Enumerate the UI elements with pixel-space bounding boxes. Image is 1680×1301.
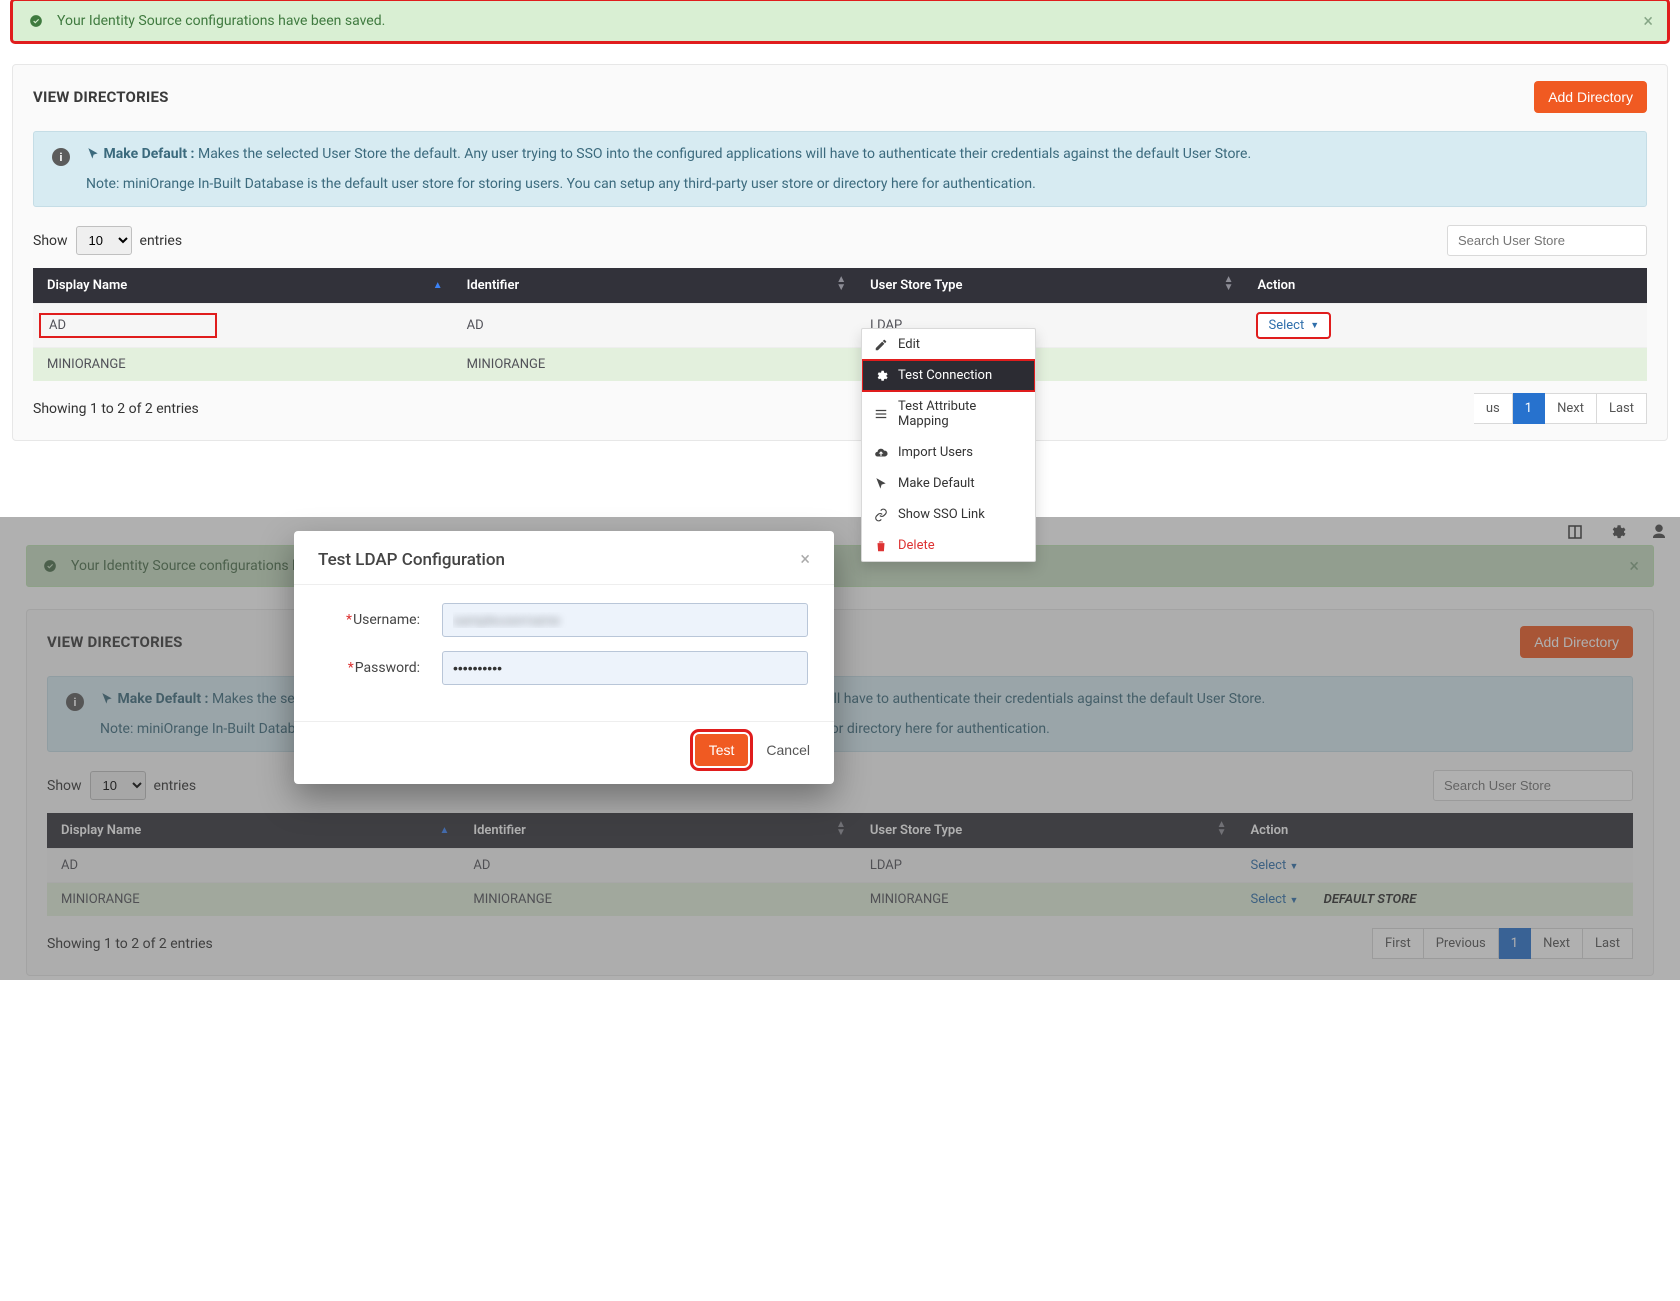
col-action: Action [1243, 268, 1647, 304]
action-menu: Edit Test Connection Test Attribute Mapp… [861, 328, 1036, 562]
show-pre: Show [33, 233, 68, 249]
menu-show-sso[interactable]: Show SSO Link [862, 499, 1035, 530]
trash-icon [874, 538, 888, 553]
modal-title: Test LDAP Configuration [318, 550, 505, 570]
col-display-name[interactable]: Display Name▲ [33, 268, 453, 304]
menu-make-default[interactable]: Make Default [862, 468, 1035, 499]
table-showing: Showing 1 to 2 of 2 entries [33, 401, 199, 417]
page-prev-fragment[interactable]: us [1474, 393, 1513, 424]
alert-text: Your Identity Source configurations have… [57, 13, 385, 29]
info-icon: i [52, 148, 70, 166]
menu-delete[interactable]: Delete [862, 530, 1035, 561]
username-label: *Username: [320, 612, 420, 628]
info-bold: Make Default : [103, 146, 194, 162]
directories-table: Display Name▲ Identifier▲▼ User Store Ty… [33, 268, 1647, 381]
check-circle-icon [29, 13, 43, 29]
menu-import-users[interactable]: Import Users [862, 437, 1035, 468]
menu-edit[interactable]: Edit [862, 329, 1035, 360]
cancel-button[interactable]: Cancel [766, 742, 810, 758]
show-post: entries [140, 233, 183, 249]
info-note: Note: miniOrange In-Built Database is th… [86, 176, 1628, 192]
alert-success: Your Identity Source configurations have… [12, 0, 1668, 42]
cell-identifier: AD [453, 304, 857, 348]
table-row: MINIORANGE MINIORANGE MINIORANGE [33, 348, 1647, 382]
add-directory-button[interactable]: Add Directory [1534, 81, 1647, 113]
directories-card: VIEW DIRECTORIES Add Directory i Make De… [12, 64, 1668, 441]
test-button[interactable]: Test [695, 734, 749, 766]
row-action-select[interactable]: Select▼ [1257, 313, 1330, 338]
mapping-icon [874, 407, 888, 422]
username-field[interactable] [442, 603, 808, 637]
menu-test-connection[interactable]: Test Connection [862, 360, 1035, 391]
edit-icon [874, 337, 888, 352]
gears-icon [874, 368, 888, 383]
link-icon [874, 507, 888, 522]
password-field[interactable] [442, 651, 808, 685]
caret-down-icon: ▼ [1310, 320, 1319, 331]
info-text: Makes the selected User Store the defaul… [198, 146, 1251, 162]
page-next[interactable]: Next [1545, 393, 1597, 424]
page-size-select[interactable]: 10 [76, 226, 132, 255]
cell-display: MINIORANGE [33, 348, 453, 382]
col-user-store-type[interactable]: User Store Type▲▼ [856, 268, 1243, 304]
test-ldap-modal: Test LDAP Configuration × *Username: *Pa… [294, 531, 834, 784]
page-1[interactable]: 1 [1513, 393, 1545, 424]
cell-identifier: MINIORANGE [453, 348, 857, 382]
close-icon[interactable]: × [800, 549, 810, 570]
modal-overlay [0, 517, 1680, 980]
card-title: VIEW DIRECTORIES [33, 88, 169, 106]
cell-display: AD [39, 313, 217, 338]
cloud-upload-icon [874, 445, 888, 460]
search-input[interactable] [1447, 225, 1647, 256]
cursor-icon [86, 146, 103, 162]
pagination: us 1 Next Last [1448, 393, 1647, 424]
table-row: AD AD LDAP Select▼ [33, 304, 1647, 348]
info-box: i Make Default : Makes the selected User… [33, 131, 1647, 207]
cursor-icon [874, 476, 888, 491]
menu-test-attribute[interactable]: Test Attribute Mapping [862, 391, 1035, 437]
col-identifier[interactable]: Identifier▲▼ [453, 268, 857, 304]
alert-close-icon[interactable]: × [1643, 11, 1653, 32]
password-label: *Password: [320, 660, 420, 676]
page-last[interactable]: Last [1597, 393, 1647, 424]
